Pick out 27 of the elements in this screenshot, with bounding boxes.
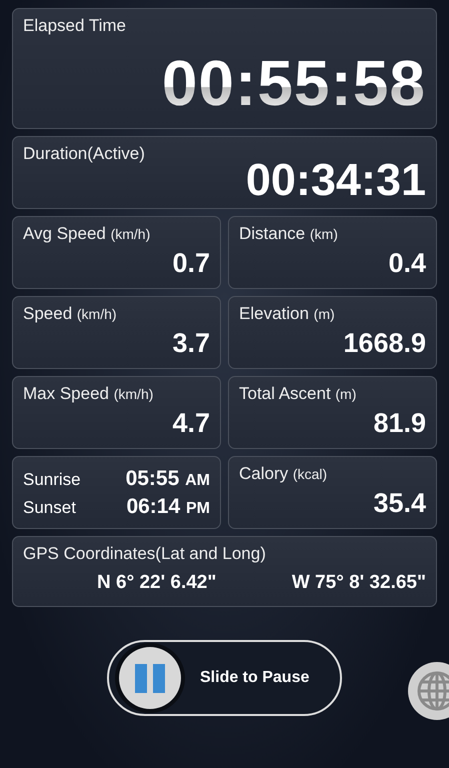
metric-label: Avg Speed (km/h): [23, 224, 152, 244]
sun-label: Sunrise: [23, 470, 81, 490]
sun-time: 06:14 PM: [126, 494, 210, 518]
metric-label: Max Speed (km/h): [23, 384, 154, 404]
metric-label: Distance (km): [239, 224, 339, 244]
metric-label: Total Ascent (m): [239, 384, 358, 404]
metric-value: 35.4: [373, 488, 426, 519]
metric-value: 1668.9: [343, 328, 426, 359]
duration-label: Duration(Active): [23, 144, 146, 164]
globe-icon[interactable]: [407, 661, 449, 721]
elapsed-time-label: Elapsed Time: [23, 16, 127, 36]
metric-label: Elevation (m): [239, 304, 336, 324]
metric-value: 0.7: [172, 248, 210, 279]
metric-value: 81.9: [373, 408, 426, 439]
metric-label: Speed (km/h): [23, 304, 118, 324]
sun-time: 05:55 AM: [126, 466, 210, 490]
metric-value: 4.7: [172, 408, 210, 439]
longitude-value: W 75° 8' 32.65": [292, 572, 426, 594]
metric-label: Calory (kcal): [239, 464, 328, 484]
metric-value: 0.4: [388, 248, 426, 279]
gps-label: GPS Coordinates(Lat and Long): [23, 544, 267, 564]
duration-value: 00:34:31: [246, 154, 426, 206]
latitude-value: N 6° 22' 6.42": [97, 572, 216, 594]
pause-icon[interactable]: [114, 642, 186, 714]
metric-value: 3.7: [172, 328, 210, 359]
slide-to-pause-slider[interactable]: Slide to Pause: [107, 640, 342, 716]
sun-label: Sunset: [23, 498, 76, 518]
